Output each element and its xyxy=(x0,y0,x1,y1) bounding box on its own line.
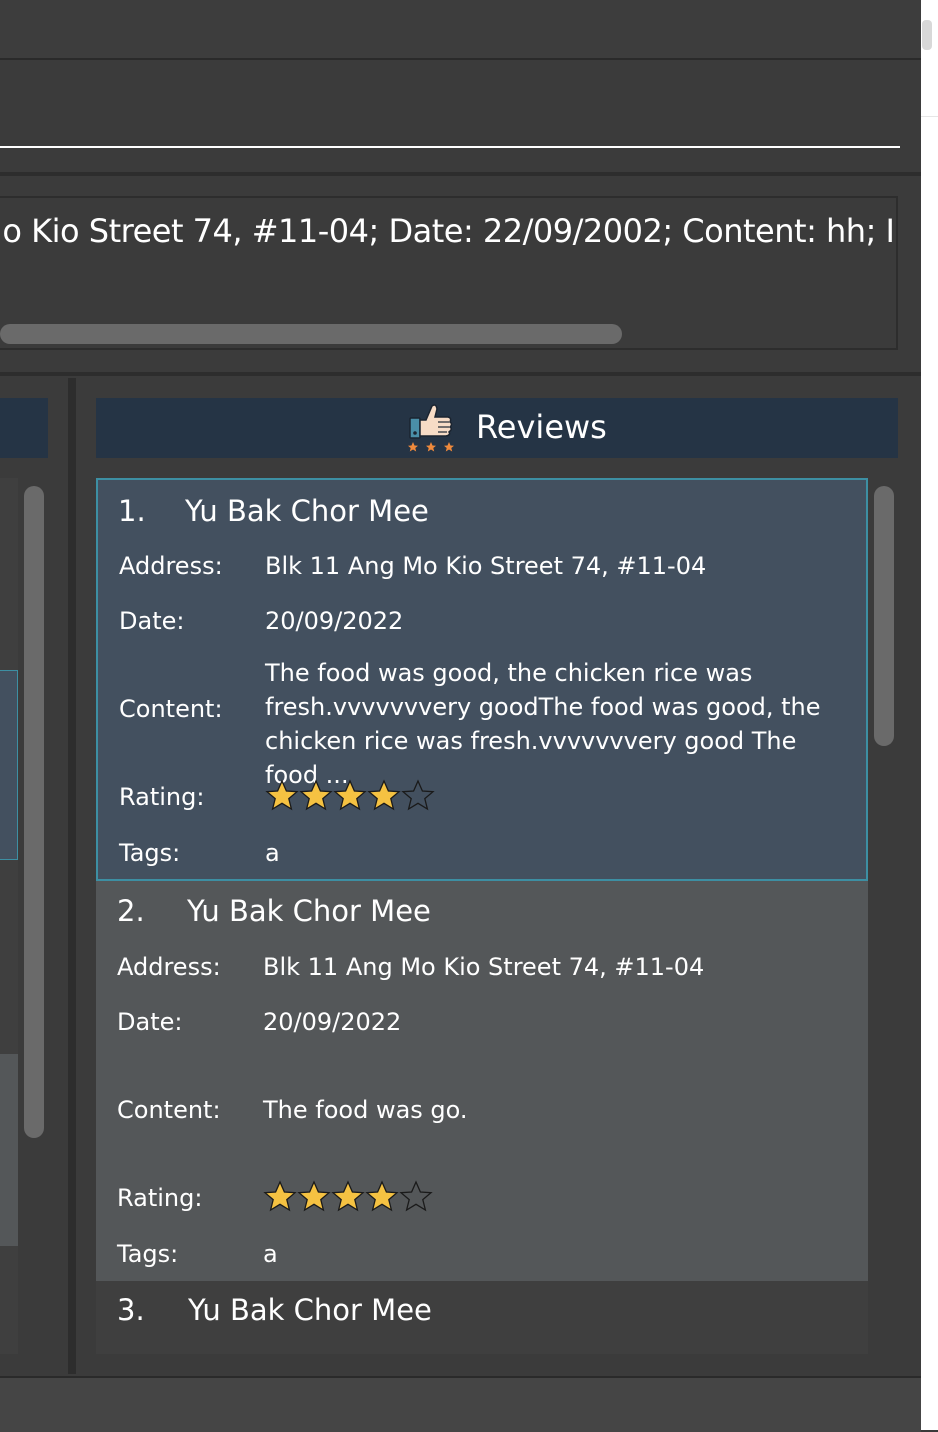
star-filled-icon xyxy=(367,779,401,811)
left-list-item[interactable] xyxy=(0,1054,18,1246)
star-filled-icon xyxy=(299,779,333,811)
rating-stars xyxy=(265,779,435,813)
reviews-title: Reviews xyxy=(476,408,607,446)
review-index: 3. xyxy=(117,1293,145,1327)
date-label: Date: xyxy=(117,1008,183,1036)
review-index: 1. xyxy=(118,494,146,528)
result-display: ng Mo Kio Street 74, #11-04; Date: 22/09… xyxy=(0,196,898,350)
rating-label: Rating: xyxy=(119,783,205,811)
content-label: Content: xyxy=(119,695,223,723)
review-card-selected[interactable]: 1. Yu Bak Chor Mee Address: Blk 11 Ang M… xyxy=(96,478,868,881)
review-card[interactable]: 2. Yu Bak Chor Mee Address: Blk 11 Ang M… xyxy=(96,881,868,1281)
command-input[interactable] xyxy=(0,90,900,148)
star-filled-icon xyxy=(265,779,299,811)
menu-bar xyxy=(0,0,921,60)
thumbs-up-rating-icon xyxy=(408,404,454,452)
result-text: ng Mo Kio Street 74, #11-04; Date: 22/09… xyxy=(0,212,895,250)
star-empty-icon xyxy=(401,779,435,811)
left-list-item-selected[interactable] xyxy=(0,670,18,860)
tags-label: Tags: xyxy=(119,839,181,867)
tags-label: Tags: xyxy=(117,1240,179,1268)
status-bar xyxy=(0,1376,921,1432)
section-divider xyxy=(0,372,921,376)
star-empty-icon xyxy=(399,1180,433,1212)
section-divider xyxy=(0,172,921,176)
window-resize-handle[interactable] xyxy=(922,20,932,50)
panel-separator[interactable] xyxy=(68,378,76,1374)
tags-value: a xyxy=(265,839,280,867)
date-value: 20/09/2022 xyxy=(265,607,404,635)
rating-label: Rating: xyxy=(117,1184,203,1212)
star-filled-icon xyxy=(365,1180,399,1212)
star-filled-icon xyxy=(297,1180,331,1212)
review-index: 2. xyxy=(117,894,145,928)
address-value: Blk 11 Ang Mo Kio Street 74, #11-04 xyxy=(263,953,705,981)
address-label: Address: xyxy=(117,953,221,981)
left-panel-header xyxy=(0,398,48,458)
content-label: Content: xyxy=(117,1096,221,1124)
content-value: The food was go. xyxy=(263,1096,468,1124)
star-filled-icon xyxy=(333,779,367,811)
date-label: Date: xyxy=(119,607,185,635)
window-background-edge xyxy=(921,0,938,1430)
date-value: 20/09/2022 xyxy=(263,1008,402,1036)
review-card[interactable]: 3. Yu Bak Chor Mee xyxy=(96,1281,868,1354)
star-filled-icon xyxy=(331,1180,365,1212)
address-label: Address: xyxy=(119,552,223,580)
left-list-scrollbar[interactable] xyxy=(24,486,44,1138)
window-edge-divider xyxy=(921,116,938,117)
tags-value: a xyxy=(263,1240,278,1268)
star-filled-icon xyxy=(263,1180,297,1212)
review-name: Yu Bak Chor Mee xyxy=(187,894,431,928)
review-name: Yu Bak Chor Mee xyxy=(188,1293,432,1327)
result-horizontal-scrollbar[interactable] xyxy=(0,324,622,344)
address-value: Blk 11 Ang Mo Kio Street 74, #11-04 xyxy=(265,552,707,580)
review-list: 1. Yu Bak Chor Mee Address: Blk 11 Ang M… xyxy=(96,478,868,1354)
rating-stars xyxy=(263,1180,433,1214)
content-value: The food was good, the chicken rice was … xyxy=(265,659,821,789)
review-list-scrollbar[interactable] xyxy=(874,486,894,746)
review-name: Yu Bak Chor Mee xyxy=(185,494,429,528)
